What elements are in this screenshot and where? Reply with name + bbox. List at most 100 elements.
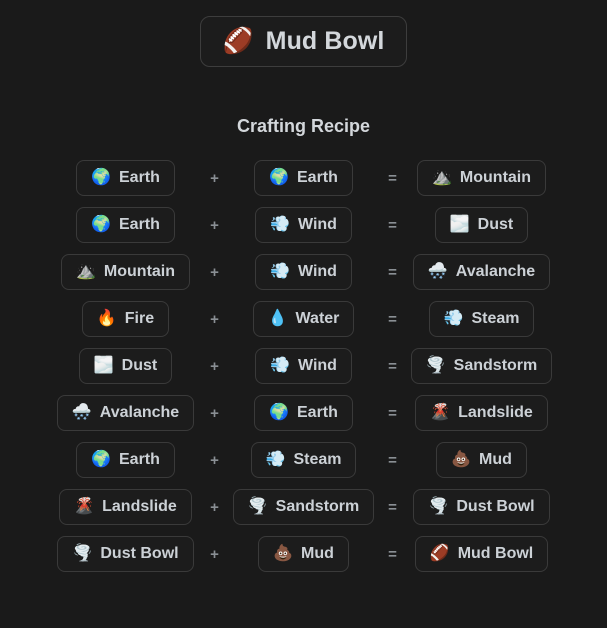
element-pill-output[interactable]: 🌪️ Sandstorm — [410, 348, 553, 384]
tornado-emoji: 🌪️ — [425, 357, 446, 374]
recipe-input_b-cell: 💨 Wind — [244, 207, 364, 243]
tornado-emoji: 🌪️ — [72, 545, 93, 562]
plus-operator: + — [210, 404, 219, 422]
recipe-row: 🌍 Earth + 🌍 Earth = ⛰️ Mountain — [0, 160, 607, 196]
element-pill-input_a[interactable]: 🌋 Landslide — [59, 489, 192, 525]
element-label: Wind — [297, 263, 337, 280]
element-pill-input_a[interactable]: 🌍 Earth — [76, 207, 175, 243]
element-pill-input_b[interactable]: 🌪️ Sandstorm — [232, 489, 375, 525]
element-pill-input_b[interactable]: 💨 Steam — [250, 442, 357, 478]
equals-operator: = — [388, 545, 397, 563]
recipe-output-cell: 🌪️ Dust Bowl — [413, 489, 550, 525]
element-pill-output[interactable]: 🌪️ Dust Bowl — [413, 489, 550, 525]
earth-globe-emoji: 🌍 — [91, 169, 111, 186]
water-droplet-emoji: 💧 — [267, 310, 288, 327]
element-label: Mud — [479, 451, 512, 468]
element-label: Dust — [477, 216, 514, 233]
element-label: Sandstorm — [275, 498, 360, 515]
element-pill-input_b[interactable]: 🌍 Earth — [254, 160, 353, 196]
element-pill-input_a[interactable]: 🌍 Earth — [76, 160, 175, 196]
recipe-row: ⛰️ Mountain + 💨 Wind = 🌨️ Avalanche — [0, 254, 607, 290]
earth-globe-emoji: 🌍 — [269, 404, 289, 421]
element-label: Mountain — [459, 169, 532, 186]
element-label: Dust Bowl — [100, 545, 179, 562]
element-pill-input_a[interactable]: 🌍 Earth — [76, 442, 175, 478]
section-heading: Crafting Recipe — [236, 116, 371, 136]
recipe-input_b-cell: 💨 Wind — [244, 348, 364, 384]
plus-operator: + — [210, 357, 219, 375]
recipe-output-cell: 💨 Steam — [422, 301, 542, 337]
pile-of-poo-emoji: 💩 — [451, 451, 472, 468]
element-pill-input_b[interactable]: 💨 Wind — [255, 207, 352, 243]
recipe-output-cell: 🌪️ Sandstorm — [410, 348, 553, 384]
recipe-row: 🌪️ Dust Bowl + 💩 Mud = 🏈 Mud Bowl — [0, 536, 607, 572]
element-label: Avalanche — [99, 404, 180, 421]
element-pill-input_b[interactable]: 💩 Mud — [258, 536, 349, 572]
element-label: Sandstorm — [453, 357, 538, 374]
equals-operator: = — [388, 216, 397, 234]
recipe-row: 🔥 Fire + 💧 Water = 💨 Steam — [0, 301, 607, 337]
plus-operator: + — [210, 310, 219, 328]
element-pill-input_b[interactable]: 💨 Wind — [255, 254, 352, 290]
element-label: Avalanche — [455, 263, 536, 280]
element-pill-input_a[interactable]: ⛰️ Mountain — [61, 254, 191, 290]
element-label: Landslide — [102, 498, 177, 515]
recipe-input_a-cell: 🌨️ Avalanche — [56, 395, 195, 431]
recipe-row: 🌨️ Avalanche + 🌍 Earth = 🌋 Landslide — [0, 395, 607, 431]
page-title: Mud Bowl — [265, 27, 385, 55]
item-title-card: 🏈 Mud Bowl — [199, 16, 408, 67]
crafting-page: 🏈 Mud Bowl Crafting Recipe 🌍 Earth + 🌍 Earth… — [0, 0, 607, 628]
element-pill-input_b[interactable]: 💧 Water — [252, 301, 355, 337]
recipe-input_b-cell: 💩 Mud — [244, 536, 364, 572]
element-pill-input_a[interactable]: 🔥 Fire — [81, 301, 170, 337]
element-pill-input_a[interactable]: 🌫️ Dust — [78, 348, 173, 384]
element-label: Earth — [297, 404, 338, 421]
element-label: Mud Bowl — [457, 545, 534, 562]
recipe-output-cell: 🌫️ Dust — [422, 207, 542, 243]
fire-emoji: 🔥 — [96, 310, 117, 327]
element-pill-output[interactable]: 🏈 Mud Bowl — [414, 536, 549, 572]
element-pill-output[interactable]: ⛰️ Mountain — [417, 160, 547, 196]
element-label: Dust — [121, 357, 158, 374]
element-label: Fire — [124, 310, 155, 327]
recipe-input_a-cell: ⛰️ Mountain — [61, 254, 191, 290]
element-pill-output[interactable]: 💨 Steam — [428, 301, 535, 337]
element-label: Steam — [293, 451, 342, 468]
recipe-row: 🌋 Landslide + 🌪️ Sandstorm = 🌪️ Dust Bowl — [0, 489, 607, 525]
volcano-emoji: 🌋 — [430, 404, 451, 421]
element-pill-input_b[interactable]: 🌍 Earth — [254, 395, 353, 431]
equals-operator: = — [388, 498, 397, 516]
snow-cloud-emoji: 🌨️ — [427, 263, 448, 280]
recipe-input_a-cell: 🌍 Earth — [66, 160, 186, 196]
header: 🏈 Mud Bowl — [0, 0, 607, 67]
recipe-output-cell: 💩 Mud — [422, 442, 542, 478]
american-football-icon: 🏈 — [222, 27, 254, 55]
element-pill-input_a[interactable]: 🌨️ Avalanche — [56, 395, 195, 431]
element-label: Steam — [471, 310, 520, 327]
element-pill-input_b[interactable]: 💨 Wind — [255, 348, 352, 384]
recipe-row: 🌍 Earth + 💨 Steam = 💩 Mud — [0, 442, 607, 478]
element-pill-output[interactable]: 🌫️ Dust — [434, 207, 529, 243]
element-pill-input_a[interactable]: 🌪️ Dust Bowl — [57, 536, 194, 572]
recipe-row: 🌫️ Dust + 💨 Wind = 🌪️ Sandstorm — [0, 348, 607, 384]
earth-globe-emoji: 🌍 — [91, 216, 111, 233]
equals-operator: = — [388, 357, 397, 375]
element-label: Mud — [301, 545, 334, 562]
plus-operator: + — [210, 263, 219, 281]
dash-wind-emoji: 💨 — [270, 357, 290, 374]
recipe-input_b-cell: 🌍 Earth — [244, 395, 364, 431]
recipe-output-cell: 🌋 Landslide — [415, 395, 548, 431]
earth-globe-emoji: 🌍 — [91, 451, 111, 468]
equals-operator: = — [388, 404, 397, 422]
element-label: Water — [295, 310, 340, 327]
element-label: Earth — [119, 216, 160, 233]
recipe-input_b-cell: 🌍 Earth — [244, 160, 364, 196]
american-football-emoji: 🏈 — [429, 545, 450, 562]
element-pill-output[interactable]: 💩 Mud — [436, 442, 527, 478]
element-pill-output[interactable]: 🌋 Landslide — [415, 395, 548, 431]
element-label: Wind — [297, 216, 337, 233]
recipe-output-cell: 🌨️ Avalanche — [412, 254, 551, 290]
fog-waves-emoji: 🌫️ — [449, 216, 470, 233]
element-pill-output[interactable]: 🌨️ Avalanche — [412, 254, 551, 290]
recipe-input_b-cell: 🌪️ Sandstorm — [232, 489, 375, 525]
